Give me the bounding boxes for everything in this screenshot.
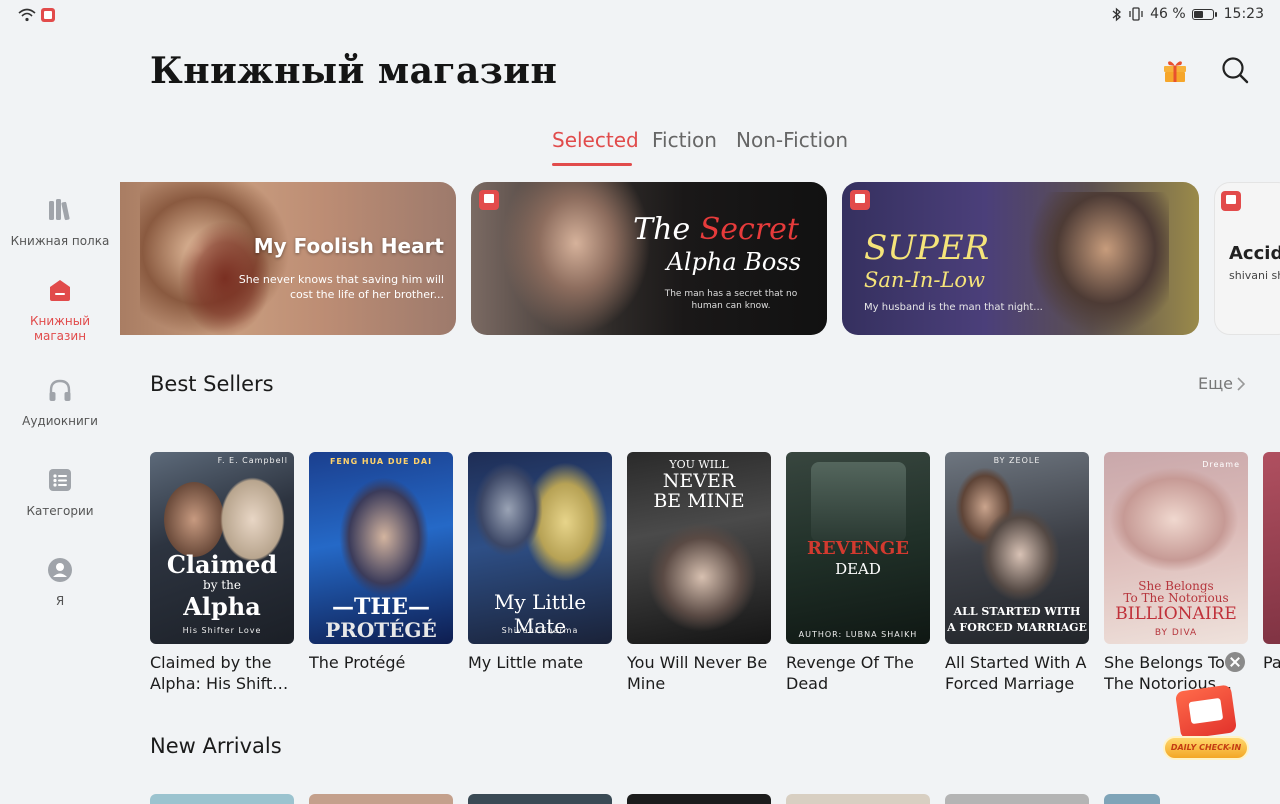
category-tabs: Selected Fiction Non-Fiction [0, 128, 1280, 168]
page-title: Книжный магазин [150, 50, 558, 92]
banner-my-foolish-heart[interactable]: My Foolish Heart She never knows that sa… [120, 182, 456, 335]
book-cover: FENG HUA DUE DAI —THE— PROTÉGÉ [309, 452, 453, 644]
tab-selected[interactable]: Selected [552, 128, 639, 152]
status-right: 46 % 15:23 [1112, 6, 1264, 22]
app-logo-icon [1221, 191, 1241, 211]
book-cover: My Little Mate Shivani Sharma [468, 452, 612, 644]
app-logo-icon [479, 190, 499, 210]
book-cover: Dreame She Belongs To The Notorious BILL… [1104, 452, 1248, 644]
book-cover: YOU WILL NEVER BE MINE [627, 452, 771, 644]
book-cover [1263, 452, 1280, 644]
bluetooth-icon [1112, 7, 1122, 21]
banner-title: My Foolish Heart [253, 234, 444, 258]
book-title: The Protégé [309, 653, 406, 672]
tab-fiction[interactable]: Fiction [652, 128, 717, 152]
banner-title-line2: Alpha Boss [666, 248, 801, 276]
sidebar-item-profile[interactable]: Я [0, 556, 120, 609]
book-cover[interactable] [468, 794, 612, 804]
search-button[interactable] [1220, 55, 1250, 85]
banner-illustration [1029, 192, 1169, 335]
book-cover[interactable] [786, 794, 930, 804]
book-cover[interactable] [309, 794, 453, 804]
active-tab-indicator [552, 163, 632, 166]
sidebar-item-label: Книжный магазин [29, 314, 91, 343]
store-icon [50, 280, 70, 301]
banner-subtitle: She never knows that saving him will cos… [238, 273, 444, 301]
search-icon [1222, 57, 1249, 84]
book-card[interactable]: FENG HUA DUE DAI —THE— PROTÉGÉ The Proté… [309, 452, 453, 694]
book-title: You Will Never Be Mine [627, 653, 768, 693]
book-cover[interactable] [945, 794, 1089, 804]
app-logo-icon [850, 190, 870, 210]
book-card[interactable]: Pa De [1263, 452, 1280, 694]
book-cover: REVENGE DEAD AUTHOR: LUBNA SHAIKH [786, 452, 930, 644]
sidebar-item-label: Я [55, 594, 65, 608]
categories-icon [49, 469, 71, 491]
banner-title: The Secret [633, 212, 799, 247]
gift-box-icon [1174, 684, 1238, 740]
sidebar: Книжная полка Книжный магазин Аудиокниги… [0, 180, 120, 620]
sidebar-item-categories[interactable]: Категории [0, 466, 120, 519]
more-label: Еще [1198, 374, 1234, 393]
battery-percent: 46 % [1150, 6, 1186, 22]
banner-title: SUPER [864, 228, 990, 268]
banner-title-line2: San-In-Low [864, 268, 986, 292]
banner-title: Accider [1229, 243, 1280, 264]
banner-subtitle: shivani sha [1229, 269, 1280, 282]
book-cover: BY ZEOLE ALL STARTED WITH A FORCED MARRI… [945, 452, 1089, 644]
new-arrivals-title: New Arrivals [150, 734, 282, 758]
banner-illustration [501, 182, 651, 335]
daily-checkin-label: DAILY CHECK-IN [1163, 736, 1249, 760]
vibrate-icon [1129, 7, 1143, 21]
book-card[interactable]: BY ZEOLE ALL STARTED WITH A FORCED MARRI… [945, 452, 1089, 694]
book-title: My Little mate [468, 653, 584, 672]
sidebar-item-label: Категории [26, 504, 94, 518]
book-cover[interactable] [627, 794, 771, 804]
book-card[interactable]: REVENGE DEAD AUTHOR: LUBNA SHAIKH Reveng… [786, 452, 930, 694]
status-left [18, 7, 56, 23]
sidebar-item-audiobooks[interactable]: Аудиокниги [0, 376, 120, 429]
sidebar-item-label: Аудиокниги [22, 414, 98, 428]
sidebar-item-label: Книжная полка [10, 234, 110, 248]
banner-super-san-in-low[interactable]: SUPER San-In-Low My husband is the man t… [842, 182, 1199, 335]
best-sellers-more-link[interactable]: Еще [1198, 374, 1246, 393]
sidebar-item-bookshelf[interactable]: Книжная полка [0, 196, 120, 249]
bookshelf-icon [49, 199, 70, 221]
book-card[interactable]: F. E. Campbell Claimed by the Alpha His … [150, 452, 294, 694]
book-cover[interactable] [1104, 794, 1160, 804]
banner-accident[interactable]: Accider shivani sha [1214, 182, 1280, 335]
gift-button[interactable] [1160, 55, 1190, 85]
book-title: Claimed by the Alpha: His Shifter Love [150, 653, 289, 693]
close-icon[interactable] [1225, 652, 1245, 672]
book-cover[interactable] [150, 794, 294, 804]
banner-secret-alpha-boss[interactable]: The Secret Alpha Boss The man has a secr… [471, 182, 827, 335]
banner-subtitle: The man has a secret that no human can k… [664, 289, 798, 311]
daily-checkin-button[interactable]: DAILY CHECK-IN [1160, 682, 1252, 766]
gift-icon [1164, 61, 1186, 82]
book-cover: F. E. Campbell Claimed by the Alpha His … [150, 452, 294, 644]
book-card[interactable]: My Little Mate Shivani Sharma My Little … [468, 452, 612, 694]
app-notification-icon [41, 8, 55, 22]
chevron-right-icon [1237, 376, 1246, 391]
clock: 15:23 [1223, 6, 1264, 22]
banner-subtitle: My husband is the man that night... [864, 302, 1043, 313]
tab-non-fiction[interactable]: Non-Fiction [736, 128, 848, 152]
book-title: All Started With A Forced Marriage [945, 653, 1087, 693]
headphones-icon [49, 379, 71, 401]
battery-icon [1191, 8, 1217, 20]
book-title: Revenge Of The Dead [786, 653, 914, 693]
best-sellers-title: Best Sellers [150, 372, 274, 396]
book-title: Pa De [1263, 653, 1280, 672]
sidebar-item-store[interactable]: Книжный магазин [0, 276, 120, 344]
status-bar: 46 % 15:23 [0, 0, 1280, 32]
profile-icon [48, 558, 72, 582]
wifi-icon [18, 8, 36, 22]
book-card[interactable]: YOU WILL NEVER BE MINE You Will Never Be… [627, 452, 771, 694]
